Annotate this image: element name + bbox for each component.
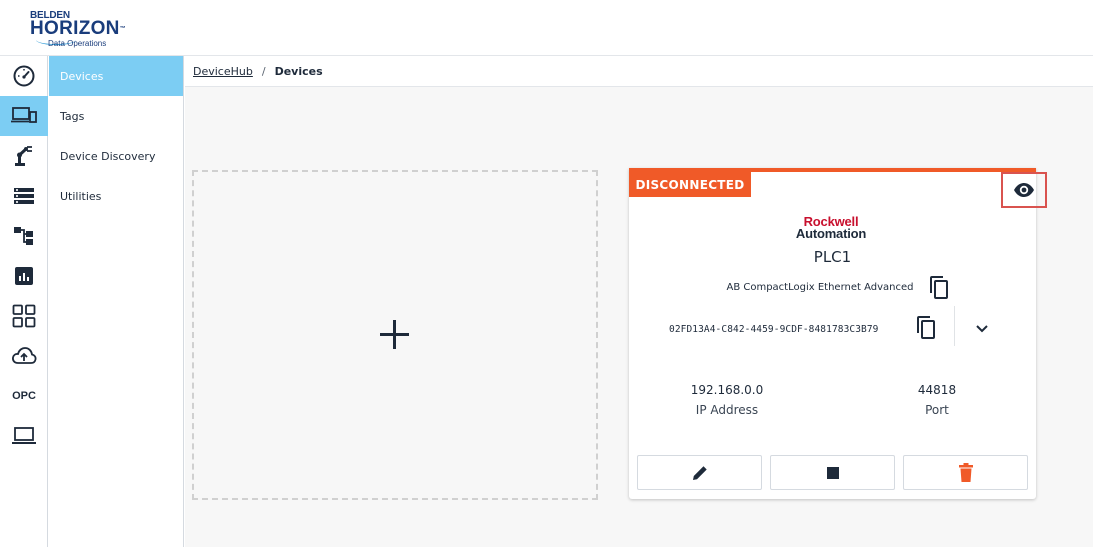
main-content: DeviceHub / Devices DISCONNECTED Rockwel…: [185, 56, 1093, 547]
copy-guid-button[interactable]: [914, 315, 938, 341]
rail-item-analytics[interactable]: [0, 256, 48, 296]
port-label: Port: [925, 403, 949, 417]
rail-item-laptop[interactable]: [0, 416, 48, 456]
edit-device-button[interactable]: [637, 455, 762, 490]
rail-item-devices[interactable]: [0, 96, 48, 136]
status-badge: DISCONNECTED: [629, 172, 751, 197]
breadcrumb: DeviceHub / Devices: [185, 56, 1093, 87]
rail-item-opc[interactable]: OPC: [0, 376, 48, 416]
view-device-button[interactable]: [1001, 172, 1047, 208]
eye-icon: [1014, 183, 1034, 197]
rockwell-automation-logo: Rockwell Automation: [795, 214, 867, 241]
subnav-item-device-discovery[interactable]: Device Discovery: [49, 136, 183, 176]
top-bar: BELDEN HORIZON™ Data Operations: [0, 0, 1093, 56]
sub-navigation: Devices Tags Device Discovery Utilities: [49, 56, 184, 547]
subnav-item-devices[interactable]: Devices: [49, 56, 183, 96]
dashboard-gauge-icon: [13, 65, 35, 87]
laptop-icon: [12, 427, 36, 444]
analytics-icon: [15, 267, 33, 285]
divider: [954, 306, 955, 346]
rail-item-list[interactable]: [0, 176, 48, 216]
port-value: 44818: [917, 383, 957, 397]
stop-device-button[interactable]: [770, 455, 895, 490]
hierarchy-icon: [14, 227, 33, 245]
pencil-icon: [692, 465, 707, 480]
ip-address-value: 192.168.0.0: [690, 383, 764, 397]
expand-details-button[interactable]: [971, 318, 993, 340]
stop-icon: [826, 466, 839, 479]
breadcrumb-devicehub-link[interactable]: DeviceHub: [193, 65, 253, 78]
delete-device-button[interactable]: [903, 455, 1028, 490]
apps-grid-icon: [12, 304, 36, 328]
device-card: DISCONNECTED Rockwell Automation PLC1 AB…: [629, 168, 1047, 499]
copy-icon: [930, 276, 948, 299]
cloud-upload-icon: [12, 347, 37, 364]
rail-item-dashboard[interactable]: [0, 56, 48, 96]
add-device-tile[interactable]: [192, 170, 598, 500]
robot-arm-icon: [15, 146, 32, 166]
subnav-item-utilities[interactable]: Utilities: [49, 176, 183, 216]
chevron-down-icon: [976, 325, 988, 333]
trash-icon: [958, 463, 973, 482]
icon-rail: OPC: [0, 56, 48, 547]
logo-line3: Data Operations: [48, 39, 107, 48]
rail-item-robotics[interactable]: [0, 136, 48, 176]
rail-item-apps[interactable]: [0, 296, 48, 336]
device-model: AB CompactLogix Ethernet Advanced: [726, 282, 914, 293]
devices-icon: [11, 107, 37, 123]
device-guid: 02FD13A4-C842-4459-9CDF-8481783C3B79: [669, 324, 879, 335]
rail-item-hierarchy[interactable]: [0, 216, 48, 256]
breadcrumb-separator: /: [261, 64, 266, 78]
device-name: PLC1: [813, 248, 852, 266]
breadcrumb-current: Devices: [274, 64, 323, 78]
copy-icon: [917, 316, 935, 339]
belden-horizon-logo[interactable]: BELDEN HORIZON™ Data Operations: [30, 10, 130, 50]
opc-icon: OPC: [12, 390, 36, 402]
subnav-item-tags[interactable]: Tags: [49, 96, 183, 136]
ip-address-label: IP Address: [695, 403, 759, 417]
list-icon: [14, 188, 34, 204]
plus-icon: [379, 319, 411, 351]
copy-model-button[interactable]: [927, 275, 951, 301]
rail-item-cloud-upload[interactable]: [0, 336, 48, 376]
